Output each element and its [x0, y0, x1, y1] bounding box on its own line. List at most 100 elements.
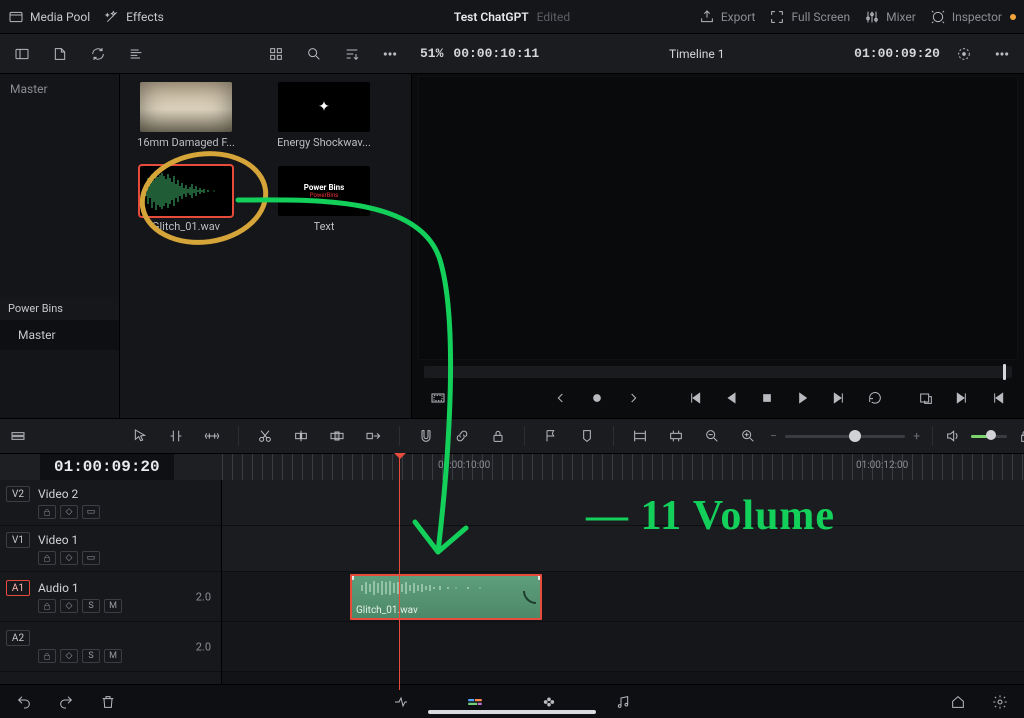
zoom-tool-a[interactable] [626, 422, 654, 450]
clip-handle-left[interactable] [350, 574, 354, 580]
track-index[interactable]: A2 [6, 630, 30, 646]
timeline-tc-box[interactable]: 01:00:09:20 [40, 454, 174, 480]
auto-select-button[interactable]: ◇ [60, 599, 78, 613]
ruler-label: 01:00:12:00 [856, 460, 908, 471]
export-button[interactable]: Export [699, 9, 756, 25]
stop-button[interactable] [753, 384, 781, 412]
link-toggle[interactable] [448, 422, 476, 450]
inspector-button[interactable]: Inspector [930, 9, 1016, 25]
auto-select-button[interactable]: ◇ [60, 551, 78, 565]
flag-button[interactable] [537, 422, 565, 450]
snap-toggle[interactable] [412, 422, 440, 450]
powerbins-header[interactable]: Power Bins [0, 297, 119, 320]
viewer-zoom[interactable]: 51% [420, 47, 443, 60]
match-frame-button[interactable] [912, 384, 940, 412]
next-edit-button[interactable] [619, 384, 647, 412]
lane-a2[interactable] [222, 622, 1024, 672]
track-display-button[interactable]: ▭ [82, 551, 100, 565]
solo-button[interactable]: S [82, 649, 100, 663]
play-button[interactable] [789, 384, 817, 412]
clip-glitch-wav[interactable]: Glitch_01.wav [126, 166, 246, 238]
loop-button[interactable] [861, 384, 889, 412]
delete-button[interactable] [94, 688, 122, 716]
powerbins-master[interactable]: Master [0, 320, 119, 350]
clip-text[interactable]: Power Bins PowerBins Text [264, 166, 384, 238]
zoom-out-button[interactable] [698, 422, 726, 450]
auto-select-button[interactable]: ◇ [60, 649, 78, 663]
fade-curve-icon[interactable] [523, 590, 537, 604]
marker-button[interactable] [573, 422, 601, 450]
zoom-in-button[interactable] [734, 422, 762, 450]
record-button[interactable] [583, 384, 611, 412]
track-header-a1[interactable]: A1Audio 1 ◇ S M 2.0 [0, 572, 221, 622]
edit-toolbar: − + [0, 418, 1024, 454]
viewer-options-button[interactable] [988, 40, 1016, 68]
project-settings-button[interactable] [986, 688, 1014, 716]
safe-area-button[interactable] [424, 384, 452, 412]
timeline-clip-glitch[interactable]: Glitch_01.wav [350, 574, 542, 620]
blade-tool[interactable] [251, 422, 279, 450]
go-out-button[interactable] [984, 384, 1012, 412]
mute-button[interactable]: M [104, 599, 122, 613]
dynamic-trim-tool[interactable] [198, 422, 226, 450]
lock-track-button[interactable] [38, 599, 56, 613]
sidebar-master-bin[interactable]: Master [0, 74, 119, 104]
overwrite-clip-button[interactable] [323, 422, 351, 450]
mute-button[interactable]: M [104, 649, 122, 663]
page-cut-button[interactable] [387, 688, 415, 716]
effects-toggle[interactable]: Effects [104, 9, 164, 25]
home-indicator [428, 710, 596, 714]
media-pool-toggle[interactable]: Media Pool [8, 9, 90, 25]
fullscreen-button[interactable]: Full Screen [769, 9, 850, 25]
track-index[interactable]: A1 [6, 580, 30, 596]
sidebar-toggle-button[interactable] [8, 40, 36, 68]
zoom-slider[interactable]: − + [770, 429, 920, 443]
undo-button[interactable] [10, 688, 38, 716]
go-start-button[interactable] [681, 384, 709, 412]
timeline-name[interactable]: Timeline 1 [549, 47, 844, 61]
track-header-v1[interactable]: V1Video 1 ◇ ▭ [0, 526, 221, 572]
lock-track-button[interactable] [38, 505, 56, 519]
replace-clip-button[interactable] [359, 422, 387, 450]
zoom-tool-b[interactable] [662, 422, 690, 450]
selection-tool[interactable] [126, 422, 154, 450]
go-end-button[interactable] [825, 384, 853, 412]
track-gain: 2.0 [196, 640, 211, 653]
position-lock-toggle[interactable] [484, 422, 512, 450]
thumbnail-view-button[interactable] [262, 40, 290, 68]
insert-clip-button[interactable] [287, 422, 315, 450]
prev-edit-button[interactable] [547, 384, 575, 412]
page-fairlight-button[interactable] [609, 688, 637, 716]
track-display-button[interactable]: ▭ [82, 505, 100, 519]
mixer-button[interactable]: Mixer [864, 9, 916, 25]
bypass-grades-button[interactable] [950, 40, 978, 68]
track-index[interactable]: V1 [6, 532, 30, 548]
sort-button[interactable] [338, 40, 366, 68]
import-media-button[interactable] [46, 40, 74, 68]
auto-select-button[interactable]: ◇ [60, 505, 78, 519]
lock-track-button[interactable] [38, 649, 56, 663]
track-header-v2[interactable]: V2Video 2 ◇ ▭ [0, 480, 221, 526]
lock-track-button[interactable] [38, 551, 56, 565]
sync-bin-button[interactable] [84, 40, 112, 68]
redo-button[interactable] [52, 688, 80, 716]
search-button[interactable] [300, 40, 328, 68]
project-home-button[interactable] [944, 688, 972, 716]
transcribe-button[interactable] [122, 40, 150, 68]
go-in-button[interactable] [948, 384, 976, 412]
play-reverse-button[interactable] [717, 384, 745, 412]
viewer-scrubber[interactable] [424, 366, 1012, 378]
clip-16mm-damaged[interactable]: 16mm Damaged F... [126, 82, 246, 154]
track-index[interactable]: V2 [6, 486, 30, 502]
timeline-view-button[interactable] [10, 422, 26, 450]
pool-options-button[interactable] [376, 40, 404, 68]
timeline-ruler[interactable]: 01:00:10:00 01:00:12:00 01:00:09:20 [0, 454, 1024, 480]
clip-energy-shockwave[interactable]: Energy Shockwav... [264, 82, 384, 154]
lane-a1[interactable] [222, 572, 1024, 622]
track-header-a2[interactable]: A2 ◇ S M 2.0 [0, 622, 221, 672]
viewer-canvas[interactable] [418, 76, 1018, 360]
solo-button[interactable]: S [82, 599, 100, 613]
clip-label: Text [314, 220, 335, 233]
trim-tool[interactable] [162, 422, 190, 450]
monitor-volume[interactable] [945, 428, 1024, 444]
